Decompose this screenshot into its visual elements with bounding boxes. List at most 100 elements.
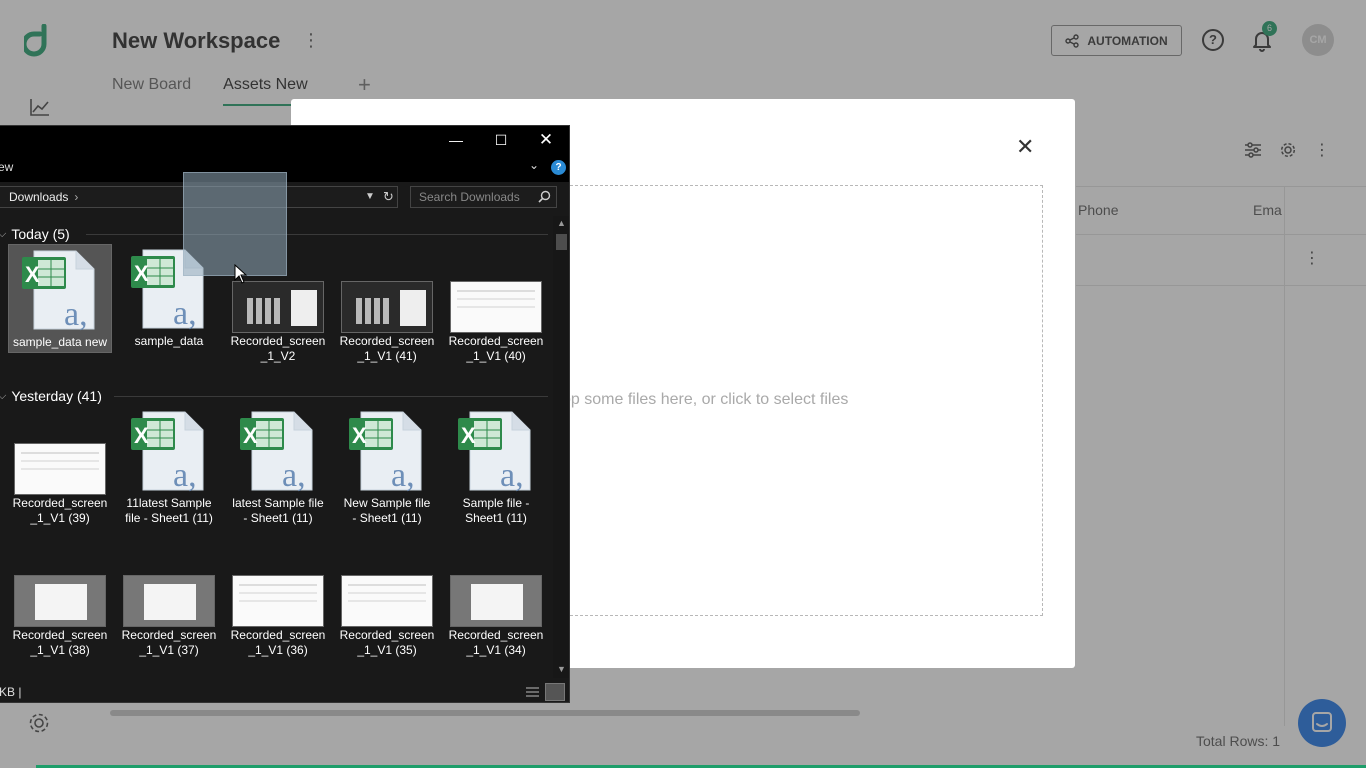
excel-file-icon: X a, [458, 411, 531, 492]
svg-text:X: X [134, 261, 149, 286]
file-item[interactable]: X a, sample_data new [8, 244, 112, 353]
vertical-scrollbar[interactable]: ▲ ▼ [553, 216, 569, 678]
group-header[interactable]: ⌵ Yesterday (41) [0, 388, 102, 404]
status-text: KB | [0, 685, 22, 699]
file-item[interactable]: X a, latest Sample file - Sheet1 (11) [226, 406, 330, 528]
file-name: 11latest Sample file - Sheet1 (11) [125, 496, 213, 525]
file-item[interactable]: Recorded_screen _1_V1 (36) [226, 538, 330, 660]
help-icon[interactable]: ? [551, 160, 566, 175]
file-name: New Sample file - Sheet1 (11) [343, 496, 431, 525]
file-item[interactable]: Recorded_screen _1_V1 (38) [8, 538, 112, 660]
file-thumbnail: X a, [444, 406, 548, 494]
file-item[interactable]: Recorded_screen _1_V1 (41) [335, 244, 439, 366]
svg-text:a,: a, [391, 457, 415, 492]
large-icons-view-icon[interactable] [545, 683, 565, 701]
search-icon [538, 190, 551, 203]
file-thumbnail [226, 538, 330, 626]
file-name: sample_data [134, 334, 204, 348]
file-thumbnail [444, 538, 548, 626]
video-thumbnail-icon [124, 576, 214, 626]
video-thumbnail-icon [233, 576, 323, 626]
svg-text:a,: a, [64, 296, 88, 331]
video-thumbnail-icon [15, 576, 105, 626]
chevron-down-icon[interactable]: ⌵ [0, 228, 6, 241]
file-name: Recorded_screen _1_V1 (37) [121, 628, 217, 657]
group-header[interactable]: ⌵ Today (5) [0, 226, 70, 242]
file-thumbnail: X a, [9, 245, 111, 333]
svg-text:X: X [461, 423, 476, 448]
file-name: Recorded_screen _1_V1 (36) [230, 628, 326, 657]
file-thumbnail [8, 406, 112, 494]
file-name: Recorded_screen _1_V2 [230, 334, 326, 363]
video-thumbnail-icon [15, 444, 105, 494]
minimize-button[interactable]: — [436, 129, 476, 151]
file-item[interactable]: Recorded_screen _1_V1 (37) [117, 538, 221, 660]
file-thumbnail: X a, [226, 406, 330, 494]
file-thumbnail [335, 538, 439, 626]
explorer-titlebar[interactable]: — ☐ ✕ [0, 126, 569, 154]
file-item[interactable]: X a, 11latest Sample file - Sheet1 (11) [117, 406, 221, 528]
svg-text:X: X [25, 262, 40, 287]
scrollbar-thumb[interactable] [556, 234, 567, 250]
file-thumbnail [444, 244, 548, 332]
scroll-down-icon[interactable]: ▼ [557, 664, 566, 674]
details-view-icon[interactable] [524, 684, 541, 700]
file-item[interactable]: Recorded_screen _1_V1 (34) [444, 538, 548, 660]
svg-text:a,: a, [173, 457, 197, 492]
file-thumbnail [8, 538, 112, 626]
maximize-button[interactable]: ☐ [481, 129, 521, 151]
excel-file-icon: X a, [240, 411, 313, 492]
search-input[interactable]: Search Downloads [410, 186, 557, 208]
file-name: latest Sample file - Sheet1 (11) [232, 496, 324, 525]
close-window-button[interactable]: ✕ [526, 129, 566, 151]
group-label: Yesterday (41) [11, 388, 102, 404]
explorer-statusbar: KB | [0, 681, 569, 702]
scroll-up-icon[interactable]: ▲ [557, 218, 566, 228]
ribbon-tab-view[interactable]: ew [0, 160, 13, 174]
excel-file-icon: X a, [349, 411, 422, 492]
file-item[interactable]: X a, Sample file - Sheet1 (11) [444, 406, 548, 528]
file-item[interactable]: Recorded_screen _1_V1 (40) [444, 244, 548, 366]
mouse-cursor-icon [234, 264, 248, 284]
chevron-down-icon[interactable]: ⌵ [0, 390, 6, 403]
svg-text:X: X [134, 423, 149, 448]
file-name: Recorded_screen _1_V1 (41) [339, 334, 435, 363]
drag-preview [183, 172, 287, 276]
group-divider [114, 396, 548, 397]
file-thumbnail: X a, [335, 406, 439, 494]
file-name: Recorded_screen _1_V1 (38) [12, 628, 108, 657]
excel-file-icon: X a, [131, 411, 204, 492]
file-name: Recorded_screen _1_V1 (35) [339, 628, 435, 657]
svg-text:a,: a, [282, 457, 306, 492]
file-thumbnail [335, 244, 439, 332]
file-name: sample_data new [12, 335, 108, 349]
excel-file-icon: X a, [22, 250, 95, 331]
video-thumbnail-icon [233, 282, 323, 332]
file-name: Recorded_screen _1_V1 (34) [448, 628, 544, 657]
video-thumbnail-icon [451, 282, 541, 332]
explorer-file-area[interactable]: ⌵ Today (5) X a, sample_data new X a, sam… [0, 216, 553, 676]
file-name: Recorded_screen _1_V1 (39) [12, 496, 108, 525]
svg-text:X: X [352, 423, 367, 448]
refresh-icon[interactable]: ↻ [383, 187, 394, 207]
group-label: Today (5) [11, 226, 70, 242]
file-item[interactable]: X a, New Sample file - Sheet1 (11) [335, 406, 439, 528]
group-divider [86, 234, 548, 235]
chevron-down-icon[interactable]: ▼ [365, 187, 375, 207]
file-item[interactable]: Recorded_screen _1_V1 (39) [8, 406, 112, 528]
file-thumbnail [117, 538, 221, 626]
breadcrumb-separator-icon: › [74, 190, 79, 204]
file-item[interactable]: Recorded_screen _1_V1 (35) [335, 538, 439, 660]
search-placeholder: Search Downloads [419, 190, 520, 204]
chevron-down-icon[interactable]: ⌄ [529, 158, 539, 172]
file-name: Sample file - Sheet1 (11) [462, 496, 530, 525]
video-thumbnail-icon [342, 282, 432, 332]
close-icon[interactable]: ✕ [1016, 136, 1034, 158]
file-name: Recorded_screen _1_V1 (40) [448, 334, 544, 363]
breadcrumb[interactable]: Downloads [9, 190, 68, 204]
file-thumbnail: X a, [117, 406, 221, 494]
video-thumbnail-icon [342, 576, 432, 626]
dropzone-text: op some files here, or click to select f… [562, 391, 849, 408]
svg-text:X: X [243, 423, 258, 448]
video-thumbnail-icon [451, 576, 541, 626]
